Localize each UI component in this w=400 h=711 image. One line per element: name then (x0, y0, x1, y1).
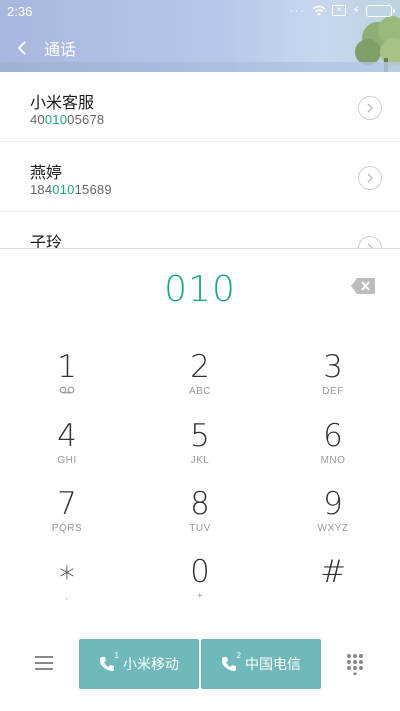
status-bar: 2:36 ··· × ⚡ (0, 0, 400, 24)
battery-icon (366, 4, 395, 17)
number-suffix: 15689 (74, 182, 112, 197)
number-match: 010 (44, 112, 68, 127)
charging-icon: ⚡ (352, 5, 360, 17)
key-letters: PQRS (51, 523, 83, 534)
key-digit: 0 (190, 554, 210, 590)
phone-icon: 1 (99, 651, 119, 672)
contact-name: 子玲 (30, 235, 63, 248)
key-digit: 3 (323, 349, 343, 385)
call-sim1-button[interactable]: 1 小米移动 (79, 639, 199, 689)
key-letters: GHI (57, 455, 77, 466)
dial-key-5[interactable]: 5 JKL (150, 418, 250, 480)
key-letters: ABC (188, 386, 212, 397)
key-digit: 2 (190, 349, 210, 385)
dial-key-hash[interactable]: # (283, 554, 383, 616)
contact-results-list: 小米客服 4001005678 燕婷 18401015689 子玲 (0, 72, 400, 248)
key-digit: 7 (57, 486, 77, 522)
page-title: 通话 (44, 42, 77, 59)
sim2-label: 中国电信 (245, 656, 301, 672)
key-letters: WXYZ (317, 523, 349, 534)
call-sim2-button[interactable]: 2 中国电信 (201, 639, 321, 689)
key-letters: + (196, 591, 204, 602)
back-button[interactable] (0, 30, 44, 66)
number-prefix: 184 (30, 182, 53, 197)
nav-bar: 通话 (0, 30, 76, 66)
sim-slot-number: 2 (236, 651, 241, 660)
key-digit: # (320, 554, 346, 590)
status-icons: ··· × ⚡ (289, 4, 395, 17)
key-letters: , (65, 591, 69, 602)
status-dots: ··· (289, 4, 307, 17)
dialpad-toggle-icon[interactable] (345, 653, 365, 675)
wifi-icon (312, 5, 326, 16)
phone-icon: 2 (221, 651, 241, 672)
dial-key-3[interactable]: 3 DEF (283, 349, 383, 411)
key-letters (283, 591, 383, 603)
sim-slot-number: 1 (114, 651, 119, 660)
dial-key-7[interactable]: 7 PQRS (17, 486, 117, 548)
contact-number: 18401015689 (30, 182, 112, 197)
dial-key-9[interactable]: 9 WXYZ (283, 486, 383, 548)
contact-number: 4001005678 (30, 112, 104, 127)
contact-result-row[interactable]: 燕婷 18401015689 (0, 142, 400, 212)
chevron-right-icon (367, 173, 373, 183)
menu-icon[interactable] (32, 651, 56, 675)
key-digit: 1 (57, 349, 77, 385)
chevron-right-icon (367, 103, 373, 113)
status-time: 2:36 (7, 4, 33, 19)
dial-key-8[interactable]: 8 TUV (150, 486, 250, 548)
contact-detail-button[interactable] (358, 166, 382, 190)
key-digit: 4 (57, 418, 77, 454)
key-letters: MNO (320, 455, 346, 466)
key-letters: JKL (190, 455, 210, 466)
dial-key-6[interactable]: 6 MNO (283, 418, 383, 480)
dialed-number: 010 (164, 269, 236, 310)
key-digit: 6 (323, 418, 343, 454)
dial-key-0[interactable]: 0 + (150, 554, 250, 616)
voicemail-icon (17, 386, 117, 398)
contact-detail-button[interactable] (358, 96, 382, 120)
contact-result-row[interactable]: 子玲 (0, 212, 400, 248)
key-letters: TUV (189, 523, 211, 534)
contact-detail-button[interactable] (358, 236, 382, 248)
number-prefix: 40 (30, 112, 45, 127)
contact-name: 小米客服 (30, 95, 95, 112)
dial-key-1[interactable]: 1 (17, 349, 117, 411)
dial-key-4[interactable]: 4 GHI (17, 418, 117, 480)
key-digit: 5 (190, 418, 210, 454)
key-digit: 9 (323, 486, 343, 522)
backspace-icon[interactable] (350, 277, 376, 295)
sim1-label: 小米移动 (123, 656, 179, 672)
dialpad: 010 1 2 ABC 3 DEF 4 GHI 5 JKL 6 MNO 7 PQ… (0, 248, 400, 711)
key-digit: ∗ (57, 554, 77, 590)
chevron-left-icon (17, 41, 26, 55)
number-match: 010 (52, 182, 75, 197)
no-sim-icon: × (332, 5, 347, 16)
key-letters: DEF (322, 386, 344, 397)
number-suffix: 05678 (67, 112, 105, 127)
dial-key-star[interactable]: ∗ , (17, 554, 117, 616)
contact-result-row[interactable]: 小米客服 4001005678 (0, 72, 400, 142)
contact-name: 燕婷 (30, 165, 63, 182)
key-digit: 8 (190, 486, 210, 522)
dial-key-2[interactable]: 2 ABC (150, 349, 250, 411)
call-action-bar: 1 小米移动 2 中国电信 (0, 639, 400, 689)
